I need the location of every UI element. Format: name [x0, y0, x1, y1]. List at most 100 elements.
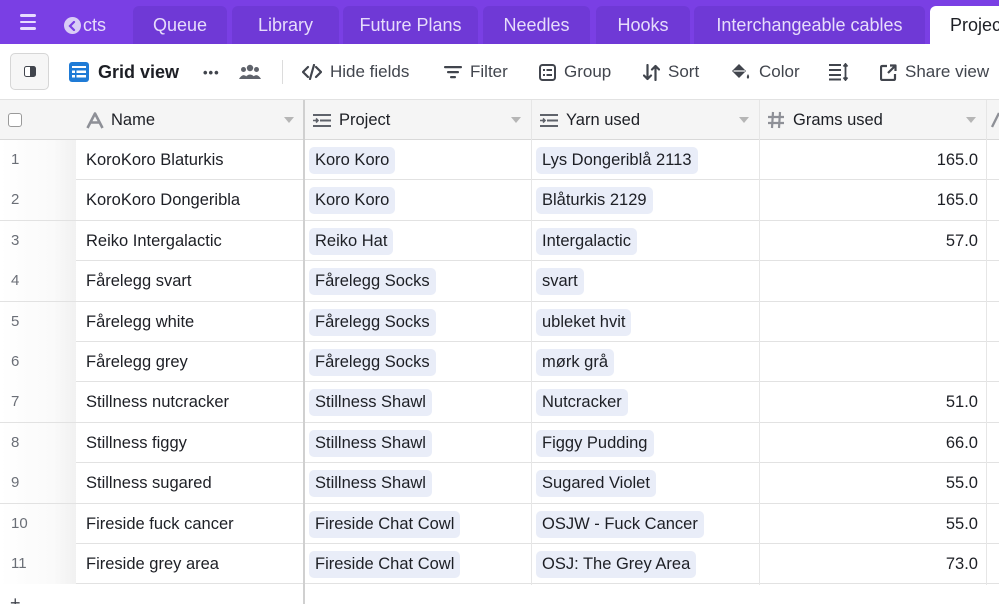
chevron-down-icon[interactable] [284, 117, 294, 123]
column-divider [759, 100, 760, 585]
table-row[interactable]: 3 Reiko Intergalactic Reiko Hat Intergalact… [0, 220, 999, 262]
table-row[interactable]: 9 Stillness sugared Stillness Shawl Sugared… [0, 463, 999, 504]
tab-queue[interactable]: Queue [133, 6, 227, 44]
yarn-link-chip[interactable]: ubleket hvit [536, 308, 632, 336]
view-name: Grid view [98, 61, 180, 82]
name-cell[interactable]: Fårelegg svart [86, 261, 191, 301]
scroll-tabs-left-button[interactable] [64, 17, 81, 34]
chevron-down-icon[interactable] [966, 117, 976, 123]
column-header-yarn-used[interactable]: Yarn used [531, 100, 759, 140]
grams-cell[interactable]: 165.0 [937, 140, 978, 180]
tab-library[interactable]: Library [232, 6, 339, 44]
name-cell[interactable]: KoroKoro Blaturkis [86, 140, 224, 180]
column-header-project[interactable]: Project [304, 100, 531, 140]
project-link-chip[interactable]: Stillness Shawl [309, 470, 432, 498]
chevron-left-icon [68, 20, 76, 31]
sort-button[interactable]: Sort [643, 44, 699, 100]
table-row[interactable]: 1 KoroKoro Blaturkis Koro Koro Lys Dongerib… [0, 140, 999, 181]
table-row[interactable]: 5 Fårelegg white Fårelegg Socks ubleket hvi… [0, 301, 999, 342]
grams-cell[interactable]: 55.0 [946, 463, 978, 503]
color-label: Color [759, 62, 800, 81]
grams-cell[interactable]: 57.0 [946, 221, 978, 261]
name-cell[interactable]: Fireside fuck cancer [86, 504, 234, 544]
project-link-chip[interactable]: Fårelegg Socks [309, 349, 436, 376]
select-all-checkbox[interactable] [8, 113, 22, 127]
yarn-link-chip[interactable]: Sugared Violet [536, 470, 656, 498]
name-cell[interactable]: Stillness figgy [86, 423, 187, 463]
project-link-chip[interactable]: Fårelegg Socks [309, 308, 436, 336]
name-cell[interactable]: Fårelegg white [86, 302, 194, 342]
project-link-chip[interactable]: Reiko Hat [309, 227, 394, 255]
name-cell[interactable]: Fireside grey area [86, 544, 219, 584]
row-height-button[interactable] [829, 44, 849, 100]
view-switcher[interactable]: Grid view [68, 44, 179, 100]
table-row[interactable]: 7 Stillness nutcracker Stillness Shawl Nutc… [0, 382, 999, 423]
color-button[interactable]: Color [731, 44, 800, 100]
name-cell[interactable]: KoroKoro Dongeribla [86, 180, 240, 220]
project-link-chip[interactable]: Fårelegg Socks [309, 268, 436, 296]
grams-cell[interactable]: 165.0 [937, 180, 978, 220]
share-icon [880, 63, 897, 81]
project-link-chip[interactable]: Fireside Chat Cowl [309, 551, 461, 578]
yarn-link-chip[interactable]: Intergalactic [536, 227, 637, 255]
tab-future-plans[interactable]: Future Plans [343, 6, 478, 44]
grams-cell[interactable]: 55.0 [946, 504, 978, 544]
column-header-name[interactable]: Name [76, 100, 304, 140]
tab-projects-active[interactable]: Projects [930, 6, 999, 44]
sidebar-toggle-button[interactable] [10, 53, 49, 90]
table-row[interactable]: 2 KoroKoro Dongeribla Koro Koro Blåturkis 2… [0, 180, 999, 221]
name-cell[interactable]: Stillness sugared [86, 463, 212, 503]
table-row[interactable]: 6 Fårelegg grey Fårelegg Socks mørk grå [0, 342, 999, 383]
column-header-grams-used[interactable]: Grams used [759, 100, 986, 140]
name-cell[interactable]: Fårelegg grey [86, 342, 188, 382]
hide-fields-button[interactable]: Hide fields [302, 44, 409, 100]
column-label: Yarn used [566, 110, 640, 129]
yarn-link-chip[interactable]: Nutcracker [536, 389, 628, 417]
view-toolbar: Grid view ••• Hide fields Filter Group S… [0, 44, 999, 100]
yarn-link-chip[interactable]: Lys Dongeriblå 2113 [536, 147, 698, 174]
tab-interchangeable-cables[interactable]: Interchangeable cables [694, 6, 925, 44]
row-number: 10 [0, 503, 76, 544]
yarn-link-chip[interactable]: svart [536, 268, 584, 296]
chevron-down-icon[interactable] [739, 117, 749, 123]
tab-hooks[interactable]: Hooks [596, 6, 690, 44]
tab-needles[interactable]: Needles [483, 6, 590, 44]
project-link-chip[interactable]: Stillness Shawl [309, 389, 432, 417]
chevron-down-icon[interactable] [511, 117, 521, 123]
project-link-chip[interactable]: Koro Koro [309, 187, 396, 215]
grams-cell[interactable]: 66.0 [946, 423, 978, 463]
table-row[interactable]: 4 Fårelegg svart Fårelegg Socks svart [0, 261, 999, 302]
row-number: 11 [0, 544, 76, 584]
yarn-link-chip[interactable]: OSJW - Fuck Cancer [536, 510, 704, 538]
project-link-chip[interactable]: Stillness Shawl [309, 429, 432, 457]
column-label: Grams used [793, 110, 883, 129]
table-row[interactable]: 10 Fireside fuck cancer Fireside Chat Cowl… [0, 503, 999, 544]
name-cell[interactable]: Stillness nutcracker [86, 382, 229, 422]
table-row[interactable]: 11 Fireside grey area Fireside Chat Cowl OS… [0, 544, 999, 585]
add-icon[interactable]: + [10, 594, 21, 604]
yarn-link-chip[interactable]: Figgy Pudding [536, 429, 654, 457]
add-record-row[interactable]: + [0, 585, 999, 604]
view-more-button[interactable]: ••• [203, 44, 220, 100]
yarn-link-chip[interactable]: Blåturkis 2129 [536, 187, 653, 215]
table-row[interactable]: 8 Stillness figgy Stillness Shawl Figgy Pud… [0, 422, 999, 464]
yarn-link-chip[interactable]: mørk grå [536, 349, 614, 376]
column-label: Name [111, 110, 156, 129]
grid-header-row: Name Project Yarn used Grams used [0, 100, 999, 140]
text-field-icon [991, 112, 999, 128]
people-icon [239, 64, 261, 79]
frozen-column-divider [303, 100, 305, 604]
grams-cell[interactable]: 73.0 [946, 544, 978, 584]
collaborators-button[interactable] [239, 44, 261, 100]
name-cell[interactable]: Reiko Intergalactic [86, 221, 222, 261]
menu-icon[interactable] [20, 14, 40, 32]
column-header-next-partial[interactable] [986, 100, 999, 140]
share-view-button[interactable]: Share view [880, 44, 989, 100]
row-number: 6 [0, 342, 76, 382]
yarn-link-chip[interactable]: OSJ: The Grey Area [536, 551, 697, 578]
grams-cell[interactable]: 51.0 [946, 382, 978, 422]
project-link-chip[interactable]: Fireside Chat Cowl [309, 510, 461, 538]
project-link-chip[interactable]: Koro Koro [309, 147, 396, 174]
filter-button[interactable]: Filter [444, 44, 508, 100]
group-button[interactable]: Group [539, 44, 611, 100]
